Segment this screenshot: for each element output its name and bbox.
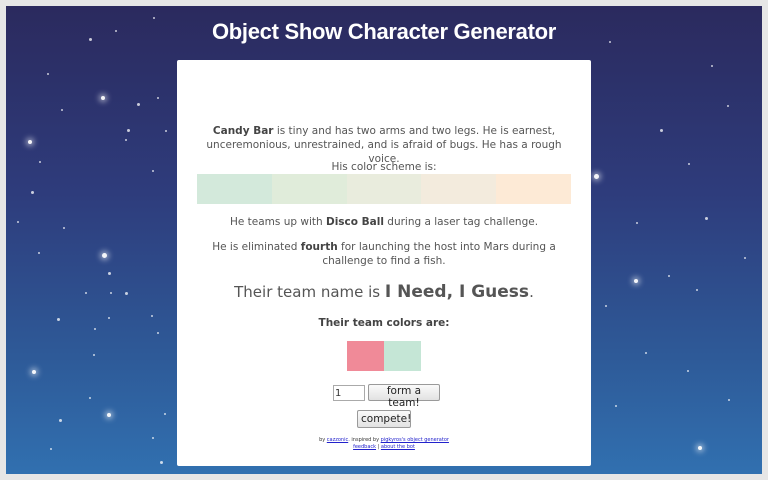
star [101, 252, 107, 258]
page-background: Object Show Character Generator Candy Ba… [6, 6, 762, 474]
star [124, 291, 128, 295]
character-name: Candy Bar [212, 125, 274, 137]
star [32, 370, 36, 374]
star [704, 216, 708, 220]
feedback-link[interactable]: feedback [353, 444, 376, 450]
swatch-5 [496, 174, 571, 204]
star [593, 173, 599, 179]
star [108, 317, 110, 319]
generator-card: Candy Bar is tiny and has two arms and t… [177, 60, 591, 466]
star [711, 65, 713, 67]
star [39, 161, 41, 163]
color-scheme-label: His color scheme is: [331, 161, 437, 173]
star [56, 317, 60, 321]
form-team-button[interactable]: form a team! [368, 384, 440, 409]
star [727, 105, 729, 107]
star [38, 252, 40, 254]
team-name: I Need, I Guess [384, 282, 530, 302]
star [93, 354, 95, 356]
star [165, 130, 167, 132]
star [110, 292, 112, 294]
star [152, 437, 154, 439]
team-colors-label: Their team colors are: [318, 317, 450, 329]
star [136, 102, 140, 106]
star [126, 128, 130, 132]
about-link[interactable]: about the bot [381, 444, 415, 450]
swatch-4 [421, 174, 497, 204]
star [159, 460, 163, 464]
star [688, 163, 690, 165]
swatch-2 [271, 174, 347, 204]
star [63, 227, 65, 229]
team-swatch-2 [384, 341, 421, 371]
star [50, 448, 52, 450]
star [696, 289, 698, 291]
star [157, 332, 159, 334]
star [636, 222, 638, 224]
star [125, 139, 127, 141]
star [28, 140, 32, 144]
elimination-text: He is eliminated fourth for launching th… [212, 241, 556, 267]
star [659, 128, 663, 132]
elimination-place: fourth [300, 241, 338, 253]
teamup-text: He teams up with Disco Ball during a las… [229, 216, 539, 228]
star [698, 446, 702, 450]
star [152, 170, 154, 172]
star [47, 73, 49, 75]
team-size-input[interactable] [333, 385, 365, 401]
star [164, 413, 166, 415]
star [605, 305, 607, 307]
star [30, 190, 34, 194]
star [728, 399, 730, 401]
star [668, 275, 670, 277]
star [634, 279, 638, 283]
author-link[interactable]: cazzonic [327, 437, 348, 443]
swatch-1 [197, 174, 272, 204]
star [615, 405, 617, 407]
star [94, 328, 96, 330]
team-name-line: Their team name is I Need, I Guess. [234, 282, 534, 302]
compete-button[interactable]: compete! [357, 410, 411, 428]
team-swatch-1 [347, 341, 384, 371]
star [17, 221, 19, 223]
partner-name: Disco Ball [325, 216, 384, 228]
footer: by cazzonic. inspired by pigkyros's obje… [319, 437, 449, 450]
star [151, 315, 153, 317]
inspired-link[interactable]: pigkyros's object generator [381, 437, 449, 443]
star [85, 292, 87, 294]
star [61, 109, 63, 111]
color-scheme-swatches [197, 174, 571, 204]
star [744, 257, 746, 259]
swatch-3 [346, 174, 422, 204]
star [89, 397, 91, 399]
team-color-swatches [347, 341, 421, 371]
star [157, 97, 159, 99]
star [645, 352, 647, 354]
star [58, 418, 62, 422]
star [687, 370, 689, 372]
star [107, 271, 111, 275]
star [107, 413, 111, 417]
star [101, 96, 105, 100]
page-title: Object Show Character Generator [211, 19, 557, 44]
